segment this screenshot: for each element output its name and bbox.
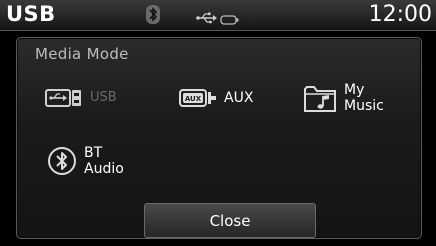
usb-icon	[196, 9, 218, 28]
media-mode-dialog: Media Mode USB AUX AUX My Music BT Audio…	[16, 37, 422, 239]
usb-label: USB	[90, 90, 117, 105]
source-label: USB	[6, 2, 56, 26]
clock: 12:00	[368, 2, 432, 27]
bt-audio-label: BT Audio	[84, 145, 124, 177]
svg-text:AUX: AUX	[185, 95, 202, 103]
bluetooth-icon	[146, 5, 160, 28]
aux-label: AUX	[224, 90, 254, 106]
close-button[interactable]: Close	[144, 203, 316, 238]
bt-audio-button[interactable]: BT Audio	[47, 145, 124, 177]
battery-icon	[220, 10, 240, 29]
aux-button[interactable]: AUX AUX	[179, 88, 253, 108]
bluetooth-icon	[47, 146, 77, 176]
folder-music-icon	[303, 83, 337, 113]
usb-port-icon	[45, 88, 83, 108]
my-music-label: My Music	[344, 82, 384, 114]
status-bar: USB 12:00	[0, 0, 436, 31]
aux-port-icon: AUX	[179, 88, 217, 108]
dialog-title: Media Mode	[35, 45, 129, 63]
my-music-button[interactable]: My Music	[303, 82, 384, 114]
usb-button[interactable]: USB	[45, 88, 117, 108]
